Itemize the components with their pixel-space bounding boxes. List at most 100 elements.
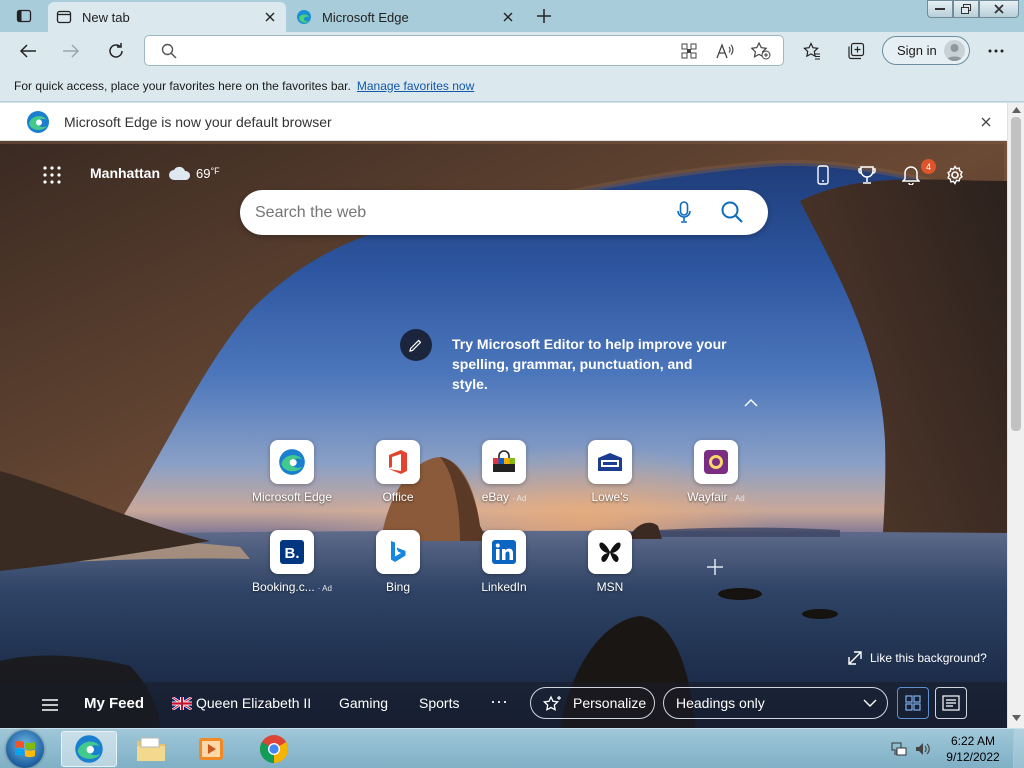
scroll-down-arrow-icon[interactable]	[1012, 715, 1021, 721]
page-scrollbar[interactable]	[1007, 103, 1024, 728]
mobile-app-button[interactable]	[811, 163, 835, 187]
close-tab-button[interactable]	[262, 9, 278, 25]
web-search-box[interactable]	[240, 190, 768, 235]
new-tab-page: Manhattan 69°F 4 Try Microsoft Editor to…	[0, 141, 1007, 728]
refresh-button[interactable]	[101, 36, 131, 66]
list-layout-button[interactable]	[935, 687, 967, 719]
quick-link-label: Office	[382, 490, 414, 504]
chrome-icon	[260, 735, 288, 763]
quick-link-msn[interactable]: MSN	[560, 530, 660, 616]
quick-link-linkedin[interactable]: LinkedIn	[454, 530, 554, 616]
quick-link-bing[interactable]: Bing	[348, 530, 448, 616]
minimize-button[interactable]	[927, 0, 953, 18]
quick-link-booking[interactable]: B. Booking.c... · Ad	[242, 530, 342, 616]
volume-icon[interactable]	[915, 741, 931, 757]
taskbar-chrome[interactable]	[246, 731, 302, 767]
uk-flag-icon	[172, 696, 192, 710]
cloud-icon	[169, 166, 191, 180]
notification-count-badge: 4	[921, 159, 936, 174]
tab-queen-elizabeth[interactable]: Queen Elizabeth II	[172, 695, 311, 711]
microphone-icon[interactable]	[677, 201, 691, 223]
manage-favorites-link[interactable]: Manage favorites now	[357, 79, 474, 93]
phone-icon	[817, 165, 829, 185]
settings-more-button[interactable]	[981, 36, 1011, 66]
quick-link-ebay[interactable]: eBay · Ad	[454, 440, 554, 526]
tab-microsoft-edge[interactable]: Microsoft Edge	[288, 2, 524, 32]
ad-badge: · Ad	[317, 584, 332, 593]
close-infobar-button[interactable]	[980, 116, 992, 128]
quick-link-microsoft-edge[interactable]: Microsoft Edge	[242, 440, 342, 526]
tab-strip: New tab Microsoft Edge	[0, 0, 1024, 32]
tab-title: New tab	[82, 9, 130, 25]
favorites-button[interactable]	[797, 36, 827, 66]
infobar-message: Microsoft Edge is now your default brows…	[64, 114, 332, 130]
rewards-trophy-icon	[858, 166, 876, 184]
app-launcher-button[interactable]	[40, 163, 64, 187]
notifications-button[interactable]	[899, 163, 923, 187]
like-background-button[interactable]: Like this background?	[848, 651, 987, 665]
taskbar: 6:22 AM 9/12/2022	[0, 728, 1024, 768]
back-arrow-icon	[19, 44, 36, 58]
clock-time: 6:22 AM	[950, 734, 996, 748]
navigation-toolbar: Sign in	[0, 32, 1024, 70]
rewards-button[interactable]	[855, 163, 879, 187]
taskbar-edge[interactable]	[61, 731, 117, 767]
network-icon[interactable]	[891, 741, 907, 757]
more-tabs-button[interactable]: ···	[490, 691, 508, 712]
taskbar-media-player[interactable]	[183, 731, 239, 767]
apps-available-button[interactable]	[679, 41, 699, 61]
scroll-up-arrow-icon[interactable]	[1012, 107, 1021, 113]
read-aloud-button[interactable]	[715, 41, 735, 61]
forward-arrow-icon	[63, 44, 80, 58]
tab-new-tab[interactable]: New tab	[48, 2, 286, 32]
taskbar-file-explorer[interactable]	[123, 731, 179, 767]
refresh-icon	[109, 43, 123, 58]
scrollbar-thumb[interactable]	[1011, 117, 1021, 431]
svg-text:B.: B.	[285, 545, 300, 562]
quick-link-wayfair[interactable]: Wayfair · Ad	[666, 440, 766, 526]
forward-button[interactable]	[56, 36, 86, 66]
bing-icon	[391, 541, 406, 562]
back-button[interactable]	[13, 36, 43, 66]
sign-in-button[interactable]: Sign in	[882, 36, 970, 65]
tab-sports[interactable]: Sports	[419, 695, 459, 711]
start-button[interactable]	[6, 730, 44, 768]
content-visibility-dropdown[interactable]: Headings only	[663, 687, 888, 719]
search-icon[interactable]	[720, 200, 744, 224]
office-icon	[389, 450, 407, 474]
expand-arrow-icon	[848, 651, 862, 665]
quick-link-lowes[interactable]: Lowe's	[560, 440, 660, 526]
page-settings-button[interactable]	[943, 163, 967, 187]
avatar-icon	[944, 40, 965, 61]
show-desktop-button[interactable]	[1013, 729, 1024, 768]
new-tab-button[interactable]	[532, 5, 556, 27]
hamburger-menu-icon[interactable]	[40, 696, 60, 714]
add-favorite-button[interactable]	[751, 41, 771, 61]
close-tab-button[interactable]	[500, 9, 516, 25]
grid-layout-button[interactable]	[897, 687, 929, 719]
add-quick-link-button[interactable]	[704, 556, 726, 578]
address-input[interactable]	[189, 40, 669, 62]
system-clock[interactable]: 6:22 AM 9/12/2022	[935, 733, 1011, 765]
address-bar[interactable]	[144, 35, 784, 66]
favorites-bar-message: For quick access, place your favorites h…	[14, 78, 351, 93]
weather-widget[interactable]: Manhattan 69°F	[90, 165, 220, 181]
read-aloud-icon	[716, 43, 734, 59]
tab-gaming[interactable]: Gaming	[339, 695, 388, 711]
list-layout-icon	[942, 695, 960, 711]
personalize-button[interactable]: Personalize	[530, 687, 655, 719]
sign-in-label: Sign in	[897, 43, 937, 58]
close-icon	[265, 12, 275, 22]
collections-button[interactable]	[841, 36, 871, 66]
window-close-button[interactable]	[979, 0, 1019, 18]
web-search-input[interactable]	[255, 202, 655, 224]
quick-link-label: Booking.c...	[252, 580, 315, 594]
tab-actions-button[interactable]	[10, 6, 38, 26]
restore-button[interactable]	[953, 0, 979, 18]
chevron-up-icon[interactable]	[742, 396, 760, 410]
quick-link-label: Lowe's	[591, 490, 629, 504]
clock-date: 9/12/2022	[946, 750, 1000, 764]
quick-link-office[interactable]: Office	[348, 440, 448, 526]
tab-my-feed[interactable]: My Feed	[84, 695, 144, 712]
weather-temperature: 69	[196, 165, 211, 181]
